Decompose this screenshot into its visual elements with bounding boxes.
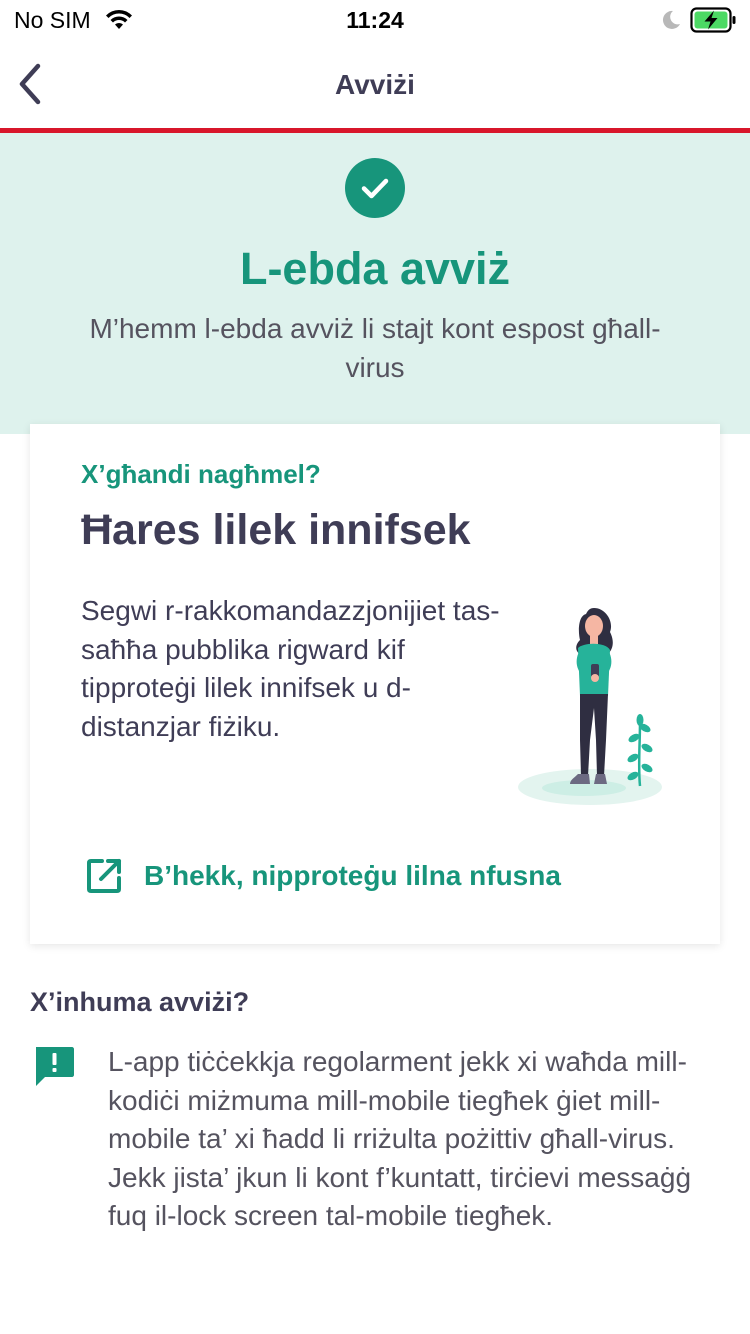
external-link-icon [87,859,121,893]
link-label: B’hekk, nipproteġu lilna nfusna [144,860,561,891]
info-heading: X’inhuma avviżi? [30,987,250,1017]
status-banner: L-ebda avviż M’hemm l-ebda avviż li staj… [0,133,750,434]
alert-message-icon [36,1047,74,1086]
protect-each-other-link[interactable]: B’hekk, nipproteġu lilna nfusna [84,856,561,896]
clock: 11:24 [346,7,404,33]
navigation-bar: Avviżi [0,40,750,128]
battery-charging-icon [690,7,736,33]
person-with-phone-illustration [518,608,662,805]
card-eyebrow: X’għandi nagħmel? [81,459,321,489]
page-title: Avviżi [335,69,415,100]
info-body: L-app tiċċekkja regolarment jekk xi waħd… [108,1046,692,1231]
card-body: Segwi r-rakkomandazzjonijiet tas-saħħa p… [81,595,500,742]
status-subtitle: M’hemm l-ebda avviż li stajt kont espost… [89,313,661,383]
check-circle-icon [345,158,405,218]
status-title: L-ebda avviż [239,243,511,294]
card-heading: Ħares lilek innifsek [81,506,471,554]
moon-icon [662,10,680,29]
advice-card: X’għandi nagħmel? Ħares lilek innifsek S… [30,424,720,944]
status-bar: No SIM 11:24 [0,0,750,40]
